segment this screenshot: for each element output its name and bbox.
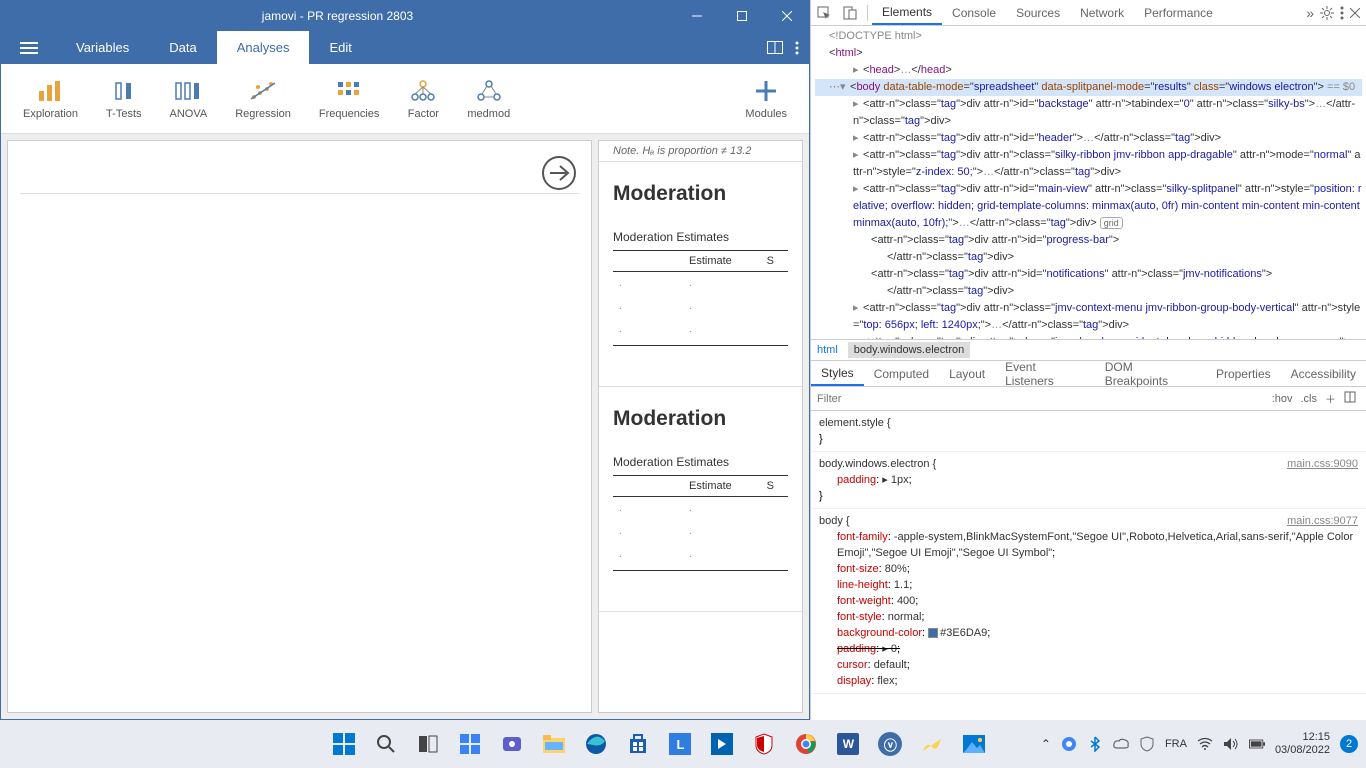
clock[interactable]: 12:15 03/08/2022 [1275,731,1330,757]
ribbon: Exploration T-Tests ANOVA Regression Fre… [1,64,809,134]
subtab-event[interactable]: Event Listeners [995,361,1095,386]
devtab-performance[interactable]: Performance [1134,0,1223,25]
word-icon[interactable]: W [830,726,866,762]
explorer-icon[interactable] [536,726,572,762]
taskbar: L W ⓥ ⌃ FRA 12:15 03/08/2022 2 [0,720,1366,768]
notification-badge[interactable]: 2 [1340,735,1358,753]
jamovi-window: jamovi - PR regression 2803 Variables Da… [0,0,810,720]
search-icon[interactable] [368,726,404,762]
menu-icon[interactable] [1,31,56,64]
titlebar: jamovi - PR regression 2803 [1,1,809,31]
filter-input[interactable] [817,393,1268,405]
hov-toggle[interactable]: :hov [1268,393,1297,405]
app-icon-l[interactable]: L [662,726,698,762]
onedrive-icon[interactable] [1113,736,1129,752]
ribbon-exploration[interactable]: Exploration [9,69,92,129]
collapse-arrow-icon[interactable] [541,155,577,196]
kebab-icon[interactable] [795,41,799,55]
ribbon-ttests[interactable]: T-Tests [92,69,155,129]
subtab-dom[interactable]: DOM Breakpoints [1095,361,1206,386]
tab-edit[interactable]: Edit [309,31,371,64]
regression-icon [247,77,279,105]
devtools-toolbar: Elements Console Sources Network Perform… [811,0,1366,26]
main-view: Note. Hₐ is proportion ≠ 13.2ModerationM… [1,134,809,719]
main-tabs: Variables Data Analyses Edit [1,31,809,64]
devtab-network[interactable]: Network [1070,0,1134,25]
new-style-icon[interactable]: ＋ [1321,391,1340,407]
ttests-icon [108,77,140,105]
devtab-elements[interactable]: Elements [872,0,942,25]
widgets-icon[interactable] [452,726,488,762]
bluetooth-icon[interactable] [1087,736,1103,752]
volume-icon[interactable] [1223,736,1239,752]
store-icon[interactable] [620,726,656,762]
language-indicator[interactable]: FRA [1165,738,1187,750]
styles-subtabs: Styles Computed Layout Event Listeners D… [811,361,1366,387]
maximize-button[interactable] [719,1,764,31]
ribbon-anova[interactable]: ANOVA [156,69,222,129]
ribbon-frequencies[interactable]: Frequencies [305,69,394,129]
start-button[interactable] [326,726,362,762]
ribbon-regression[interactable]: Regression [221,69,305,129]
barchart-icon [35,77,67,105]
app-title: jamovi - PR regression 2803 [1,9,674,23]
tab-data[interactable]: Data [149,31,216,64]
more-tabs-icon[interactable]: » [1306,5,1314,21]
photos-icon[interactable] [956,726,992,762]
wifi-icon[interactable] [1197,736,1213,752]
tray-chevron-icon[interactable]: ⌃ [1041,737,1051,751]
app-icon-blue[interactable] [704,726,740,762]
ribbon-medmod[interactable]: medmod [453,69,524,129]
cls-toggle[interactable]: .cls [1297,393,1322,405]
security-icon[interactable] [1139,736,1155,752]
medmod-icon [473,77,505,105]
minimize-button[interactable] [674,1,719,31]
gear-icon[interactable] [1320,6,1334,20]
elements-tree[interactable]: <!DOCTYPE html><html>▸<head>…</head>⋯▾<b… [811,26,1366,339]
close-button[interactable] [764,1,809,31]
chrome-icon[interactable] [788,726,824,762]
options-panel [7,140,592,713]
horizontal-scrollbar[interactable]: ◄ ► [599,712,802,713]
subtab-props[interactable]: Properties [1206,361,1281,386]
devtab-console[interactable]: Console [942,0,1006,25]
devtools-kebab-icon[interactable] [1340,6,1344,20]
subtab-computed[interactable]: Computed [864,361,939,386]
jamovi-taskbar-icon[interactable]: ⓥ [872,726,908,762]
device-icon[interactable] [837,6,863,20]
factor-icon [407,77,439,105]
subtab-styles[interactable]: Styles [811,361,864,386]
chrome-tray-icon[interactable] [1061,736,1077,752]
toggle-render-icon[interactable] [1340,391,1360,406]
modules-icon [750,77,782,105]
anova-icon [172,77,204,105]
inspect-icon[interactable] [811,6,837,20]
teams-icon[interactable] [494,726,530,762]
mcafee-icon[interactable] [746,726,782,762]
app-icon-misc1[interactable] [914,726,950,762]
ribbon-factor[interactable]: Factor [393,69,453,129]
frequencies-icon [333,77,365,105]
taskview-icon[interactable] [410,726,446,762]
ribbon-modules[interactable]: Modules [731,69,801,129]
window-layout-icon[interactable] [767,41,783,54]
devtab-sources[interactable]: Sources [1006,0,1070,25]
tab-analyses[interactable]: Analyses [217,31,310,64]
subtab-access[interactable]: Accessibility [1281,361,1366,386]
tab-variables[interactable]: Variables [56,31,149,64]
subtab-layout[interactable]: Layout [939,361,995,386]
styles-filter: :hov .cls ＋ [811,387,1366,411]
styles-panel[interactable]: element.style {}main.css:9090body.window… [811,411,1366,720]
battery-icon[interactable] [1249,736,1265,752]
edge-icon[interactable] [578,726,614,762]
results-panel: Note. Hₐ is proportion ≠ 13.2ModerationM… [598,140,803,713]
devtools-panel: Elements Console Sources Network Perform… [810,0,1366,720]
breadcrumb[interactable]: html body.windows.electron [811,339,1366,361]
devtools-close-icon[interactable] [1350,8,1360,18]
